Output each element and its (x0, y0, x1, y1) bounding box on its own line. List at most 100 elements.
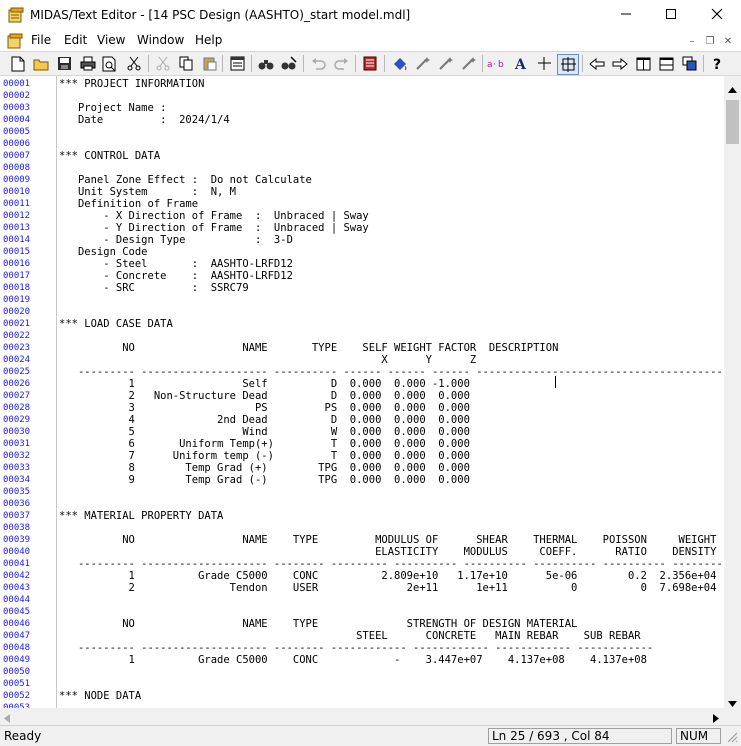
open-folder-icon[interactable] (31, 54, 51, 73)
cascade-icon[interactable] (679, 54, 699, 73)
app-icon (8, 7, 24, 23)
svg-text:·: · (493, 60, 496, 70)
menu-window[interactable]: Window (137, 33, 184, 47)
code-line[interactable]: *** LOAD CASE DATA (59, 318, 173, 330)
save-icon[interactable] (54, 54, 74, 73)
code-line[interactable]: - X Direction of Frame : Unbraced | Sway (59, 210, 369, 222)
find-icon[interactable] (256, 54, 276, 73)
copy-icon[interactable] (176, 54, 196, 73)
code-line[interactable]: *** CONTROL DATA (59, 150, 160, 162)
mdi-icon[interactable] (227, 54, 247, 73)
tile-vertical-icon[interactable] (633, 54, 653, 73)
code-line[interactable]: 7 Uniform temp (-) T 0.000 0.000 0.000 (59, 450, 470, 462)
code-line[interactable]: 2 Tendon USER 2e+11 1e+11 0 0 7.698e+04 (59, 582, 717, 594)
code-line[interactable]: *** MATERIAL PROPERTY DATA (59, 510, 223, 522)
code-line[interactable]: 6 Uniform Temp(+) T 0.000 0.000 0.000 (59, 438, 470, 450)
code-line[interactable]: - Steel : AASHTO-LRFD12 (59, 258, 293, 270)
code-line[interactable]: Design Code (59, 246, 148, 258)
forward-icon[interactable] (610, 54, 630, 73)
redo-icon[interactable] (331, 54, 351, 73)
sparkle-2-icon[interactable] (436, 54, 456, 73)
scroll-right-icon[interactable] (713, 712, 719, 726)
code-line[interactable]: --------- -------------------- ---------… (59, 366, 724, 378)
print-icon[interactable] (78, 54, 98, 73)
menu-file[interactable]: File (31, 33, 51, 47)
code-line[interactable]: 5 Wind W 0.000 0.000 0.000 (59, 426, 470, 438)
paste-icon[interactable] (199, 54, 219, 73)
line-number: 00022 (3, 331, 31, 341)
child-restore-icon[interactable]: ❐ (702, 34, 718, 48)
maximize-button[interactable] (648, 0, 694, 31)
status-num: NUM (676, 728, 721, 744)
book-icon[interactable] (360, 54, 380, 73)
font-icon[interactable]: A (511, 54, 531, 73)
fill-icon[interactable] (390, 54, 410, 73)
child-minimize-icon[interactable]: – (684, 34, 700, 48)
code-line[interactable]: STEEL CONCRETE MAIN REBAR SUB REBAR (59, 630, 640, 642)
code-line[interactable]: ELASTICITY MODULUS COEFF. RATIO DENSITY (59, 546, 716, 558)
sparkle-icon[interactable] (413, 54, 433, 73)
code-line[interactable]: - Concrete : AASHTO-LRFD12 (59, 270, 293, 282)
print-preview-icon[interactable] (100, 54, 120, 73)
vertical-scroll-thumb[interactable] (726, 100, 739, 144)
code-line[interactable]: 3 PS PS 0.000 0.000 0.000 (59, 402, 470, 414)
line-number: 00004 (3, 115, 31, 125)
code-line[interactable]: Unit System : N, M (59, 186, 236, 198)
find-replace-icon[interactable] (279, 54, 299, 73)
code-line[interactable]: - Y Direction of Frame : Unbraced | Sway (59, 222, 369, 234)
line-number: 00035 (3, 487, 31, 497)
help-icon[interactable]: ? (708, 54, 728, 73)
code-line[interactable]: 8 Temp Grad (+) TPG 0.000 0.000 0.000 (59, 462, 470, 474)
code-line[interactable]: 1 Grade C5000 CONC - 3.447e+07 4.137e+08… (59, 654, 647, 666)
code-line[interactable]: 4 2nd Dead D 0.000 0.000 0.000 (59, 414, 470, 426)
code-line[interactable]: *** PROJECT INFORMATION (59, 78, 204, 90)
svg-text:b: b (498, 60, 504, 70)
menu-help[interactable]: Help (195, 33, 222, 47)
line-number: 00050 (3, 667, 31, 677)
menu-edit[interactable]: Edit (64, 33, 87, 47)
code-line[interactable]: NO NAME TYPE STRENGTH OF DESIGN MATERIAL (59, 618, 577, 630)
code-line[interactable]: 1 Grade C5000 CONC 2.809e+10 1.17e+10 5e… (59, 570, 717, 582)
code-line[interactable]: --------- -------------------- -------- … (59, 558, 724, 570)
code-line[interactable]: *** NODE DATA (59, 690, 141, 702)
cut-disabled-icon[interactable] (153, 54, 173, 73)
code-line[interactable]: NO NAME TYPE SELF WEIGHT FACTOR DESCRIPT… (59, 342, 558, 354)
code-line[interactable]: X Y Z (59, 354, 476, 366)
code-line[interactable]: - Design Type : 3-D (59, 234, 293, 246)
cut-icon[interactable] (124, 54, 144, 73)
undo-icon[interactable] (308, 54, 328, 73)
code-line[interactable]: --------- -------------------- -------- … (59, 642, 653, 654)
resize-grip-icon[interactable] (726, 731, 738, 746)
code-line[interactable]: Date : 2024/1/4 (59, 114, 230, 126)
code-line[interactable]: 1 Self D 0.000 0.000 -1.000 (59, 378, 470, 390)
code-line[interactable]: 9 Temp Grad (-) TPG 0.000 0.000 0.000 (59, 474, 470, 486)
toolbar-separator (251, 55, 252, 72)
back-icon[interactable] (587, 54, 607, 73)
code-line[interactable]: Panel Zone Effect : Do not Calculate (59, 174, 312, 186)
new-file-icon[interactable] (8, 54, 28, 73)
code-line[interactable]: 2 Non-Structure Dead D 0.000 0.000 0.000 (59, 390, 470, 402)
line-number: 00015 (3, 247, 31, 257)
sparkle-3-icon[interactable] (459, 54, 479, 73)
document-icon[interactable] (7, 33, 23, 49)
minimize-button[interactable] (603, 0, 649, 31)
tile-horizontal-icon[interactable] (656, 54, 676, 73)
code-line[interactable]: NO NAME TYPE MODULUS OF SHEAR THERMAL PO… (59, 534, 716, 546)
close-button[interactable] (694, 0, 740, 31)
code-line[interactable]: Definition of Frame (59, 198, 198, 210)
child-close-icon[interactable]: ✕ (720, 34, 736, 48)
menu-view[interactable]: View (97, 33, 125, 47)
scroll-left-icon[interactable] (4, 712, 10, 726)
vertical-scrollbar[interactable] (724, 76, 741, 708)
cursor-icon[interactable] (534, 54, 554, 73)
svg-text:a: a (487, 60, 493, 70)
replace-ab-icon[interactable]: a · b (487, 54, 507, 73)
horizontal-scrollbar[interactable] (0, 708, 724, 725)
text-editor[interactable]: 00001 00002 00003 00004 00005 00006 00007 00008… (0, 76, 724, 708)
line-number: 00003 (3, 103, 31, 113)
target-icon[interactable] (557, 54, 579, 75)
code-line[interactable]: Project Name : (59, 102, 167, 114)
code-line[interactable]: - SRC : SSRC79 (59, 282, 248, 294)
scroll-up-icon[interactable] (728, 82, 737, 96)
toolbar-separator (384, 55, 385, 72)
